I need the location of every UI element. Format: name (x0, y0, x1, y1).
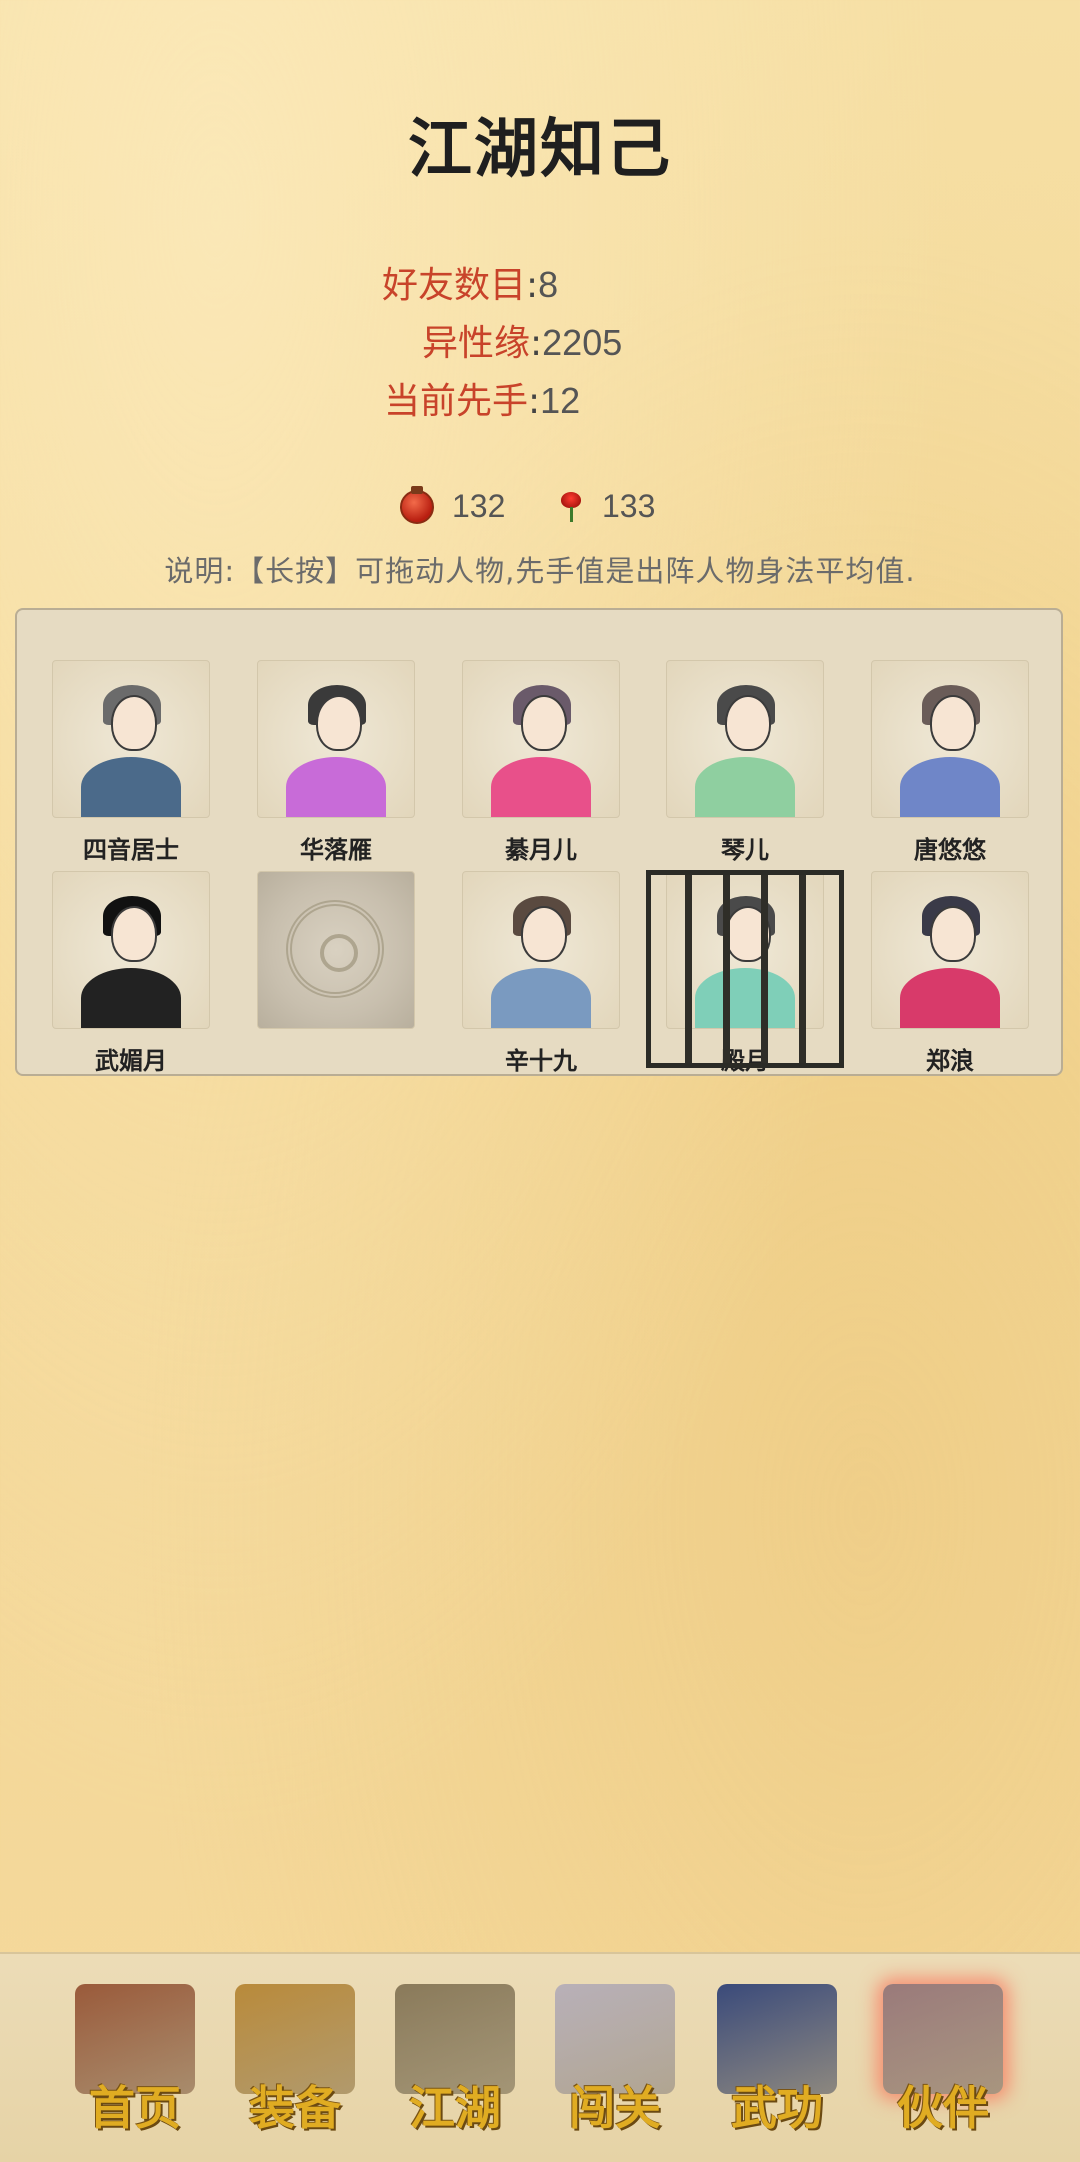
companion-portrait (462, 660, 620, 818)
rose-resource: 133 (556, 488, 655, 525)
face-shape (111, 906, 157, 962)
robe-shape (286, 757, 386, 817)
companion-name: 华落雁 (300, 836, 372, 864)
companion-card[interactable]: 琴儿 (666, 660, 824, 865)
wine-value: 132 (452, 488, 506, 524)
companion-card[interactable]: 武媚月 (52, 871, 210, 1076)
wine-resource: 132 (400, 485, 506, 525)
rose-value: 133 (602, 488, 656, 524)
cage-bar (685, 875, 692, 1063)
nav-item[interactable]: 武功 (702, 1984, 852, 2135)
initiative-value: 12 (540, 380, 581, 421)
robe-shape (900, 757, 1000, 817)
initiative-row: 当前先手:12 (384, 376, 580, 427)
companion-name: 唐悠悠 (914, 836, 986, 864)
affinity-row: 异性缘:2205 (422, 318, 622, 369)
robe-shape (491, 968, 591, 1028)
companion-card[interactable]: 郑浪 (871, 871, 1029, 1076)
nav-item[interactable]: 首页 (60, 1984, 210, 2135)
initiative-label: 当前先手 (384, 381, 529, 422)
face-shape (111, 695, 157, 751)
companion-card[interactable]: 唐悠悠 (871, 660, 1029, 865)
robe-shape (81, 757, 181, 817)
robe-shape (900, 968, 1000, 1028)
rose-icon (556, 491, 586, 522)
affinity-label: 异性缘 (422, 323, 531, 364)
companion-card[interactable]: 华落雁 (257, 660, 415, 865)
face-shape (521, 906, 567, 962)
nav-label: 装备 (249, 2081, 341, 2135)
nav-item[interactable]: 伙伴 (868, 1984, 1018, 2135)
nav-label: 闯关 (569, 2081, 661, 2135)
separator: : (530, 323, 543, 364)
companion-portrait (462, 871, 620, 1029)
cage-bar (799, 875, 806, 1063)
companion-name: 綦月儿 (505, 836, 577, 864)
companion-card[interactable]: 四音居士 (52, 660, 210, 865)
companion-card[interactable]: 辛十九 (462, 871, 620, 1076)
nav-item[interactable]: 江湖 (380, 1984, 530, 2135)
separator: : (526, 265, 539, 306)
robe-shape (81, 968, 181, 1028)
page-title: 江湖知己 (408, 113, 672, 187)
face-shape (930, 695, 976, 751)
cage-bar (723, 875, 730, 1063)
companion-name: 四音居士 (83, 836, 179, 864)
companion-name: 郑浪 (926, 1047, 974, 1075)
friends-count-label: 好友数目 (382, 265, 527, 306)
robe-shape (695, 757, 795, 817)
nav-item[interactable]: 装备 (220, 1984, 370, 2135)
companion-name: 辛十九 (505, 1047, 577, 1075)
nav-label: 江湖 (409, 2081, 501, 2135)
companion-card[interactable]: 綦月儿 (462, 660, 620, 865)
companion-portrait (52, 871, 210, 1029)
companion-panel: 四音居士 华落雁 綦月儿 琴儿 唐悠悠 武媚月 辛十九 殿月 郑浪 (15, 608, 1063, 1076)
description-text: 说明:【长按】可拖动人物,先手值是出阵人物身法平均值. (164, 554, 916, 588)
nav-item[interactable]: 闯关 (540, 1984, 690, 2135)
companion-name: 琴儿 (721, 836, 769, 864)
face-shape (725, 695, 771, 751)
seal-icon (286, 900, 384, 998)
face-shape (521, 695, 567, 751)
nav-label: 武功 (731, 2081, 823, 2135)
companion-portrait (257, 660, 415, 818)
nav-label: 首页 (89, 2081, 181, 2135)
cage-overlay (646, 870, 844, 1068)
separator: : (528, 381, 541, 422)
affinity-value: 2205 (542, 322, 623, 363)
companion-portrait (871, 660, 1029, 818)
companion-portrait (52, 660, 210, 818)
face-shape (316, 695, 362, 751)
friends-count-value: 8 (538, 264, 559, 305)
bottom-nav: 首页 装备 江湖 闯关 武功 伙伴 (0, 1952, 1080, 2162)
face-shape (930, 906, 976, 962)
companion-name: 武媚月 (95, 1047, 167, 1075)
friends-count-row: 好友数目:8 (382, 260, 558, 311)
robe-shape (491, 757, 591, 817)
companion-portrait (871, 871, 1029, 1029)
cage-bar (761, 875, 768, 1063)
wine-jar-icon (400, 485, 434, 524)
companion-portrait (666, 660, 824, 818)
locked-seal-image (257, 871, 415, 1029)
nav-label: 伙伴 (897, 2081, 989, 2135)
locked-companion-slot[interactable] (257, 871, 415, 1041)
